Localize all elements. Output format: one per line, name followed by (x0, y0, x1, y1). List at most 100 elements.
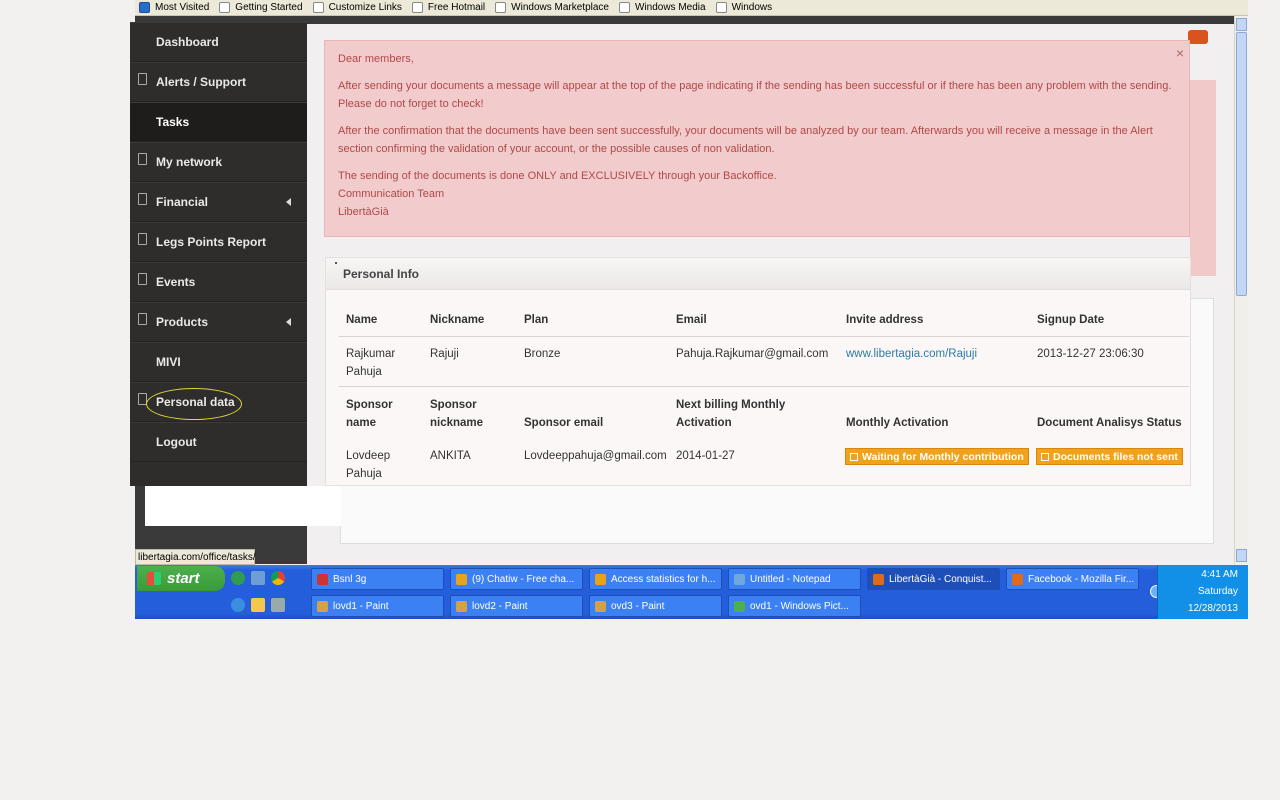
bookmark-label: Getting Started (235, 2, 303, 13)
column-header-sponsor-nickname: Sponsor nickname (430, 399, 484, 429)
taskbar-window-notepad[interactable]: Untitled - Notepad (728, 568, 861, 590)
background-alert-edge (1190, 80, 1216, 276)
rss-icon[interactable] (1188, 30, 1208, 44)
task-label: Untitled - Notepad (750, 573, 831, 585)
bookmark-label: Windows (731, 2, 773, 13)
sidebar-item-label: Legs Points Report (156, 235, 267, 249)
sidebar-item-products[interactable]: Products (130, 302, 307, 342)
sidebar-item-financial[interactable]: Financial (130, 182, 307, 222)
taskbar-window-lovd1-paint[interactable]: lovd1 - Paint (311, 595, 444, 617)
task-label: Bsnl 3g (333, 573, 367, 585)
alert-signature: LibertàGià (338, 206, 389, 218)
sidebar-item-my-network[interactable]: My network (130, 142, 307, 182)
column-header-invite-address: Invite address (846, 314, 924, 326)
quicklaunch-icon[interactable] (251, 598, 265, 612)
document-status-badge[interactable]: Documents files not sent (1036, 448, 1183, 465)
column-header-signup-date: Signup Date (1037, 314, 1105, 326)
taskbar-window-lovd2-paint[interactable]: lovd2 - Paint (450, 595, 583, 617)
sidebar-item-label: Products (156, 315, 209, 329)
sidebar-item-label: Dashboard (156, 35, 219, 49)
monthly-activation-badge[interactable]: Waiting for Monthly contribution (845, 448, 1029, 465)
signup-date: 2013-12-27 23:06:30 (1037, 348, 1144, 360)
scroll-down-arrow-icon[interactable] (1236, 549, 1247, 562)
sidebar-item-label: Events (156, 275, 196, 289)
app-icon (734, 573, 745, 585)
caret-left-icon (286, 198, 291, 206)
clock-time[interactable]: 4:41 AM (1201, 569, 1238, 580)
bookmark-label: Free Hotmail (427, 2, 486, 13)
bookmark-icon (139, 2, 150, 13)
sidebar-item-personal-data[interactable]: Personal data (130, 382, 307, 422)
documents-alert: × Dear members, After sending your docum… (324, 40, 1190, 237)
close-icon[interactable]: × (1176, 46, 1184, 60)
taskbar-window-ovd3-paint[interactable]: ovd3 - Paint (589, 595, 722, 617)
windows-taskbar: start Bsnl 3g (9) Chatiw - Free cha... A… (135, 565, 1248, 619)
page-scrollbar[interactable] (1234, 16, 1248, 564)
sidebar-item-label: MIVI (156, 355, 181, 369)
task-label: (9) Chatiw - Free cha... (472, 573, 575, 585)
paint-icon (595, 600, 606, 612)
taskbar-window-access-stats[interactable]: Access statistics for h... (589, 568, 722, 590)
taskbar-window-chatiw[interactable]: (9) Chatiw - Free cha... (450, 568, 583, 590)
user-email: Pahuja.Rajkumar@gmail.com (676, 348, 829, 360)
start-label: start (167, 570, 200, 587)
bookmark-windows-media[interactable]: Windows Media (615, 2, 712, 13)
panel-header: Personal Info (326, 258, 1190, 290)
bookmark-icon (495, 2, 507, 13)
next-billing-date: 2014-01-27 (676, 450, 735, 462)
quicklaunch-icon[interactable] (231, 571, 245, 585)
warning-icon (1041, 452, 1049, 461)
quicklaunch-icon[interactable] (271, 598, 285, 612)
sidebar-item-label: Logout (156, 435, 197, 449)
app-icon (595, 573, 606, 585)
taskbar-window-bsnl[interactable]: Bsnl 3g (311, 568, 444, 590)
column-header-name: Name (346, 314, 378, 326)
document-icon (138, 233, 147, 245)
task-label: LibertàGià - Conquist... (889, 573, 992, 585)
status-bar-url: libertagia.com/office/tasks/ (135, 549, 256, 565)
task-label: lovd2 - Paint (472, 600, 528, 612)
bookmark-most-visited[interactable]: Most Visited (135, 2, 215, 13)
user-plan: Bronze (524, 348, 561, 360)
bookmark-customize-links[interactable]: Customize Links (309, 2, 408, 13)
taskbar-window-ovd1-picture-viewer[interactable]: ovd1 - Windows Pict... (728, 595, 861, 617)
task-label: ovd1 - Windows Pict... (750, 600, 849, 612)
scroll-up-arrow-icon[interactable] (1236, 18, 1247, 31)
ie-icon[interactable] (231, 598, 245, 612)
app-icon (456, 573, 467, 585)
sidebar-item-mivi[interactable]: MIVI (130, 342, 307, 382)
sidebar-item-dashboard[interactable]: Dashboard (130, 22, 307, 62)
user-nickname: Rajuji (430, 348, 459, 360)
alert-greeting: Dear members, (338, 53, 414, 65)
sidebar-item-legs-points-report[interactable]: Legs Points Report (130, 222, 307, 262)
document-icon (138, 313, 147, 325)
bookmarks-toolbar: Most Visited Getting Started Customize L… (135, 0, 1248, 16)
sponsor-email: Lovdeeppahuja@gmail.com (524, 450, 667, 462)
bookmark-free-hotmail[interactable]: Free Hotmail (408, 2, 491, 13)
picture-viewer-icon (734, 600, 745, 612)
taskbar-window-libertagia[interactable]: LibertàGià - Conquist... (867, 568, 1000, 590)
taskbar-window-facebook[interactable]: Facebook - Mozilla Fir... (1006, 568, 1139, 590)
sponsor-name: Lovdeep Pahuja (346, 450, 391, 480)
sidebar-item-events[interactable]: Events (130, 262, 307, 302)
column-header-nickname: Nickname (430, 314, 485, 326)
quicklaunch-icon[interactable] (251, 571, 265, 585)
scrollbar-thumb[interactable] (1236, 32, 1247, 296)
bookmark-windows-marketplace[interactable]: Windows Marketplace (491, 2, 615, 13)
sidebar-item-alerts-support[interactable]: Alerts / Support (130, 62, 307, 102)
bookmark-windows[interactable]: Windows (712, 2, 779, 13)
sidebar-item-tasks[interactable]: Tasks (130, 102, 307, 142)
sidebar-footer-blank (145, 486, 341, 526)
paint-icon (456, 600, 467, 612)
start-button[interactable]: start (137, 566, 225, 591)
caret-left-icon (286, 318, 291, 326)
sponsor-nickname: ANKITA (430, 450, 471, 462)
badge-label: Documents files not sent (1053, 450, 1178, 463)
row-divider (339, 336, 1189, 337)
task-label: Access statistics for h... (611, 573, 716, 585)
bookmark-getting-started[interactable]: Getting Started (215, 2, 308, 13)
sidebar-item-logout[interactable]: Logout (130, 422, 307, 462)
bookmark-label: Most Visited (155, 2, 210, 13)
chrome-icon[interactable] (271, 571, 285, 585)
invite-address-link[interactable]: www.libertagia.com/Rajuji (846, 345, 977, 363)
